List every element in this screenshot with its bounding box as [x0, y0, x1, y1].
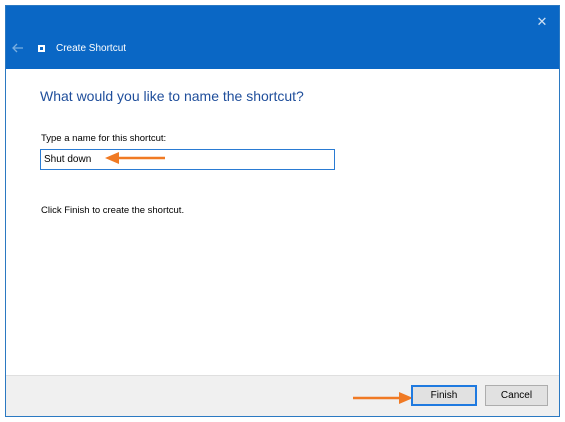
page-heading: What would you like to name the shortcut… [40, 88, 304, 104]
finish-button[interactable]: Finish [411, 385, 477, 406]
dialog-footer: Finish Cancel [6, 375, 559, 416]
close-button[interactable]: ✕ [531, 12, 553, 32]
cancel-button[interactable]: Cancel [485, 385, 548, 406]
shortcut-icon [38, 45, 45, 52]
title-bar: ✕ Create Shortcut [6, 6, 559, 69]
shortcut-name-input[interactable] [40, 149, 335, 170]
close-icon: ✕ [536, 14, 548, 29]
shortcut-name-label: Type a name for this shortcut: [41, 133, 167, 144]
back-button[interactable] [10, 40, 26, 56]
annotation-arrow-icon [353, 392, 413, 404]
annotation-arrow-icon [105, 152, 165, 164]
create-shortcut-dialog: ✕ Create Shortcut What would you like to… [5, 5, 560, 417]
instruction-text: Click Finish to create the shortcut. [41, 205, 185, 216]
back-arrow-icon [12, 43, 23, 53]
window-title: Create Shortcut [56, 43, 127, 54]
